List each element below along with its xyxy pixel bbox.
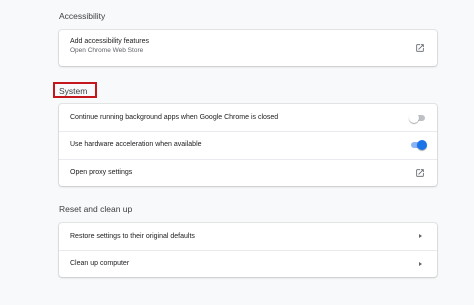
background-apps-row[interactable]: Continue running background apps when Go… xyxy=(59,104,437,131)
add-accessibility-features-label: Add accessibility features xyxy=(70,38,149,45)
hardware-acceleration-toggle[interactable] xyxy=(409,140,427,150)
restore-defaults-row[interactable]: Restore settings to their original defau… xyxy=(59,223,437,250)
arrow-right-icon xyxy=(419,234,422,238)
hardware-acceleration-label: Use hardware acceleration when available xyxy=(70,141,202,148)
accessibility-card: Add accessibility features Open Chrome W… xyxy=(59,30,437,66)
clean-up-computer-row[interactable]: Clean up computer xyxy=(59,251,437,277)
clean-up-computer-label: Clean up computer xyxy=(70,260,130,267)
restore-defaults-label: Restore settings to their original defau… xyxy=(70,233,195,240)
system-card: Continue running background apps when Go… xyxy=(59,104,437,186)
proxy-settings-row[interactable]: Open proxy settings xyxy=(59,160,437,186)
section-title-reset: Reset and clean up xyxy=(59,204,133,214)
background-apps-label: Continue running background apps when Go… xyxy=(70,114,279,121)
add-accessibility-features-row[interactable]: Add accessibility features Open Chrome W… xyxy=(59,30,437,66)
external-link-icon[interactable] xyxy=(415,168,425,178)
proxy-settings-label: Open proxy settings xyxy=(70,169,133,176)
background-apps-toggle[interactable] xyxy=(409,113,427,123)
reset-card: Restore settings to their original defau… xyxy=(59,223,437,277)
section-title-accessibility: Accessibility xyxy=(59,11,106,21)
external-link-icon[interactable] xyxy=(415,43,425,53)
hardware-acceleration-row[interactable]: Use hardware acceleration when available xyxy=(59,132,437,159)
open-chrome-web-store-label: Open Chrome Web Store xyxy=(70,47,144,54)
arrow-right-icon xyxy=(419,262,422,266)
highlight-box xyxy=(53,82,97,98)
